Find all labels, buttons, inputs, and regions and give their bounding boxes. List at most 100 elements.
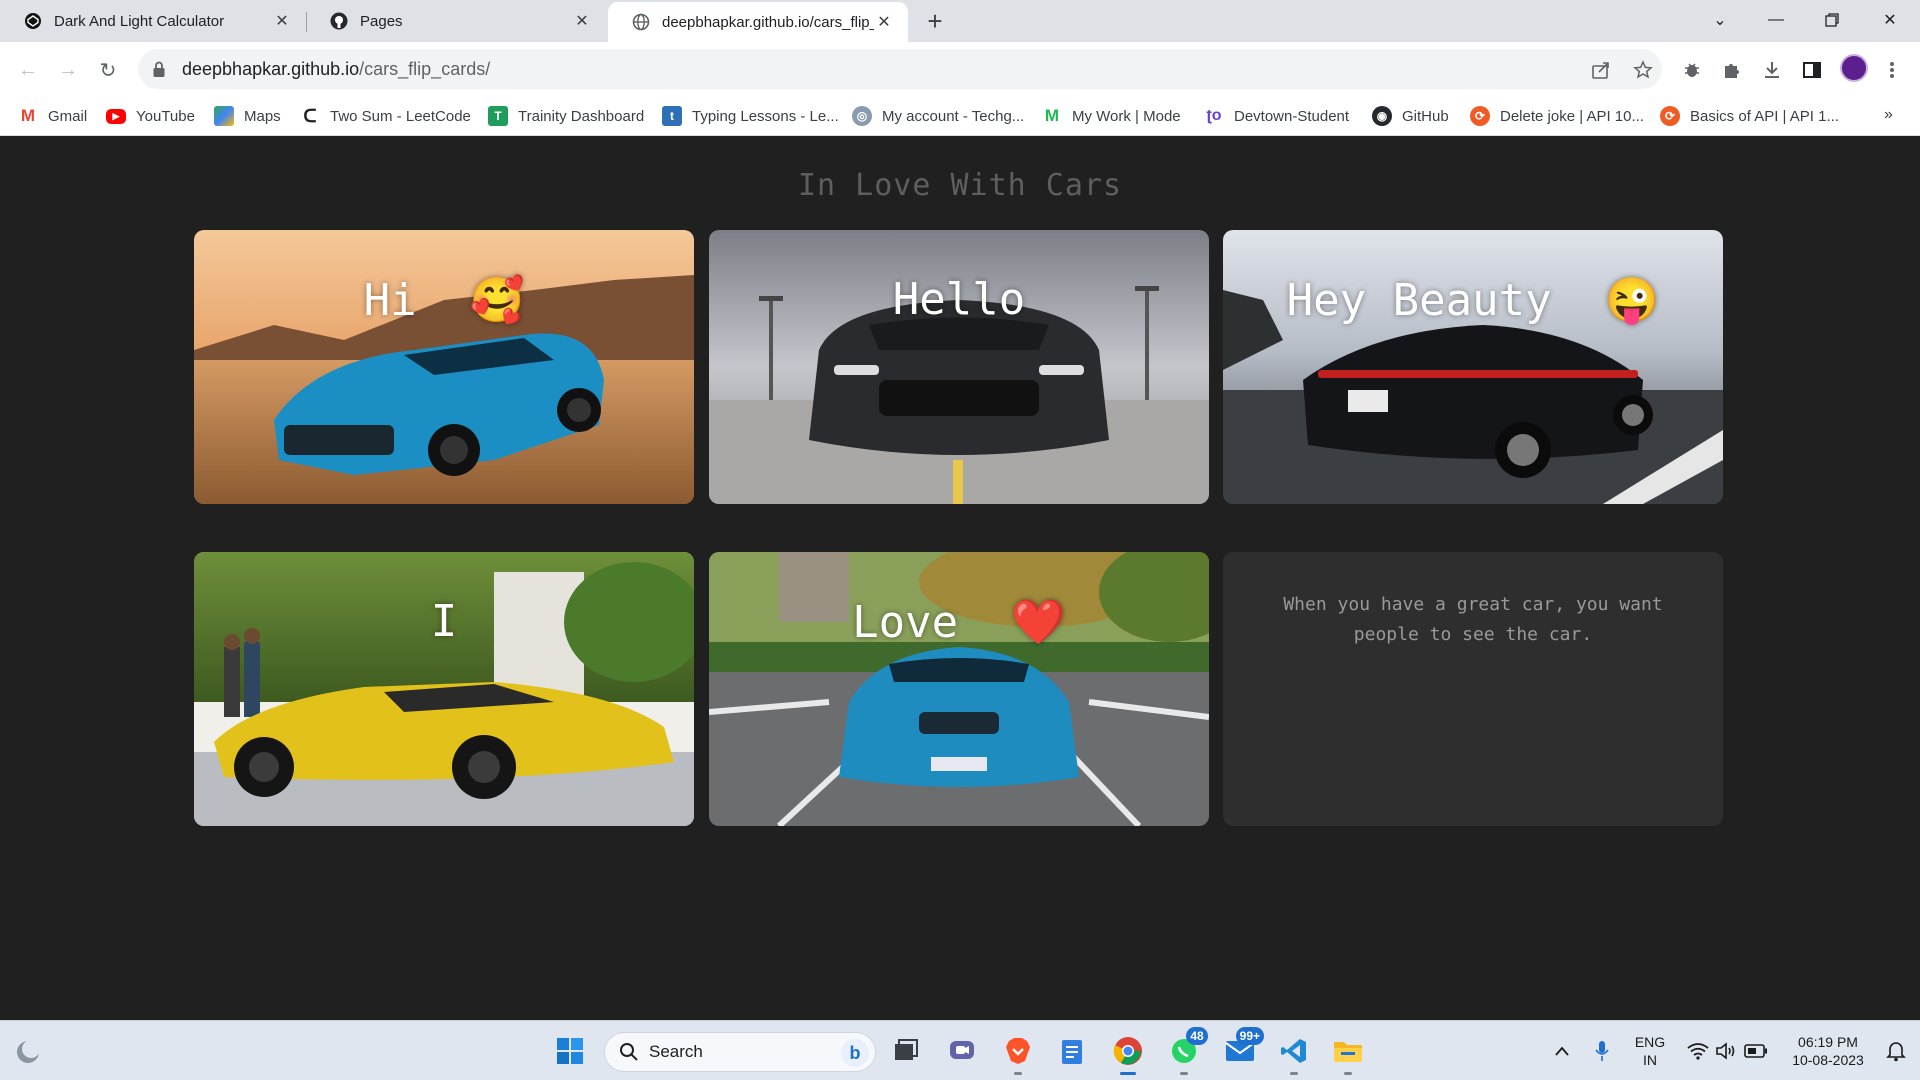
windows-start-icon[interactable]: [552, 1033, 588, 1069]
car-card-love[interactable]: Love ❤️: [709, 552, 1209, 826]
back-button[interactable]: ←: [12, 54, 44, 86]
extension-bug-icon[interactable]: [1680, 58, 1704, 82]
more-options-icon[interactable]: [1880, 58, 1904, 82]
running-indicator: [1014, 1072, 1022, 1075]
url-text: deepbhapkar.github.io/cars_flip_cards/: [182, 59, 490, 80]
extensions-puzzle-icon[interactable]: [1720, 58, 1744, 82]
address-bar[interactable]: deepbhapkar.github.io/cars_flip_cards/: [138, 49, 1662, 89]
whatsapp-icon[interactable]: 48: [1166, 1027, 1208, 1075]
teams-chat-icon[interactable]: [944, 1033, 980, 1069]
tab-pages[interactable]: Pages ✕: [306, 0, 606, 42]
tab-calculator[interactable]: Dark And Light Calculator ✕: [0, 0, 306, 42]
bookmark-label: GitHub: [1402, 107, 1449, 125]
tab-title: Pages: [360, 12, 403, 30]
new-tab-button[interactable]: +: [920, 6, 950, 36]
forward-button[interactable]: →: [52, 54, 84, 86]
close-window-button[interactable]: ✕: [1862, 0, 1918, 40]
tab-search-chevron-icon[interactable]: ⌄: [1692, 0, 1748, 40]
brave-browser-icon[interactable]: [1000, 1033, 1036, 1075]
task-view-icon[interactable]: [888, 1033, 924, 1069]
chrome-icon[interactable]: [1110, 1033, 1146, 1075]
mail-icon[interactable]: 99+: [1222, 1027, 1264, 1069]
taskbar-search-box[interactable]: Search b: [604, 1032, 876, 1072]
car-card-hello[interactable]: Hello: [709, 230, 1209, 504]
share-icon[interactable]: [1590, 59, 1612, 81]
reload-button[interactable]: ↻: [92, 54, 124, 86]
more-bookmarks-icon[interactable]: »: [1884, 106, 1893, 124]
quote-card[interactable]: When you have a great car, you want peop…: [1223, 552, 1723, 826]
clock[interactable]: 06:19 PM 10-08-2023: [1778, 1033, 1878, 1069]
notepad-icon[interactable]: [1054, 1033, 1090, 1069]
region-code: IN: [1643, 1052, 1657, 1068]
lock-icon[interactable]: [152, 60, 170, 78]
search-icon: [619, 1042, 639, 1062]
bookmark-my-work[interactable]: M My Work | Mode: [1042, 104, 1181, 128]
monday-icon: M: [1044, 106, 1060, 125]
blue-bmw-image: [709, 552, 1209, 826]
browser-toolbar: ← → ↻ deepbhapkar.github.io/cars_flip_ca…: [0, 42, 1920, 96]
url-path: /cars_flip_cards/: [359, 58, 491, 79]
bookmark-github[interactable]: ◉ GitHub: [1372, 104, 1449, 128]
bookmark-label: Delete joke | API 10...: [1500, 107, 1644, 125]
bookmark-my-account[interactable]: ◎ My account - Techg...: [852, 104, 1024, 128]
battery-icon[interactable]: [1738, 1033, 1774, 1069]
card-label-text: Hello: [892, 274, 1026, 325]
trainity-icon: T: [488, 106, 508, 126]
notification-bell-icon[interactable]: [1878, 1033, 1914, 1069]
smiling-face-hearts-icon: 🥰: [469, 275, 525, 326]
card-label-text: I: [430, 596, 458, 647]
bookmark-maps[interactable]: Maps: [214, 104, 281, 128]
github-icon: ◉: [1372, 106, 1392, 126]
bookmark-devtown[interactable]: ʈo Devtown-Student: [1204, 104, 1349, 128]
card-label: Hey Beauty 😜: [1223, 274, 1723, 326]
card-label-text: Hi: [363, 275, 417, 326]
tab-cars-flip-cards[interactable]: deepbhapkar.github.io/cars_flip_c ✕: [608, 2, 908, 42]
bookmark-label: Basics of API | API 1...: [1690, 107, 1839, 125]
bookmark-trainity[interactable]: T Trainity Dashboard: [488, 104, 644, 128]
bookmark-label: Devtown-Student: [1234, 107, 1350, 125]
windows-taskbar: Search b 48 99+ ENG IN 06:19 PM 10-08-20…: [0, 1020, 1920, 1080]
weather-widget-icon[interactable]: [10, 1033, 46, 1069]
search-placeholder: Search: [649, 1042, 703, 1061]
file-explorer-icon[interactable]: [1330, 1033, 1366, 1075]
running-indicator: [1290, 1072, 1298, 1075]
clock-date: 10-08-2023: [1792, 1052, 1864, 1068]
bookmark-typing-lessons[interactable]: t Typing Lessons - Le...: [662, 104, 839, 128]
vscode-icon[interactable]: [1276, 1033, 1312, 1075]
bookmark-leetcode[interactable]: ᑕ Two Sum - LeetCode: [300, 104, 470, 128]
chevron-up-icon[interactable]: [1544, 1033, 1580, 1069]
techgig-icon: ◎: [852, 106, 872, 126]
bookmark-star-icon[interactable]: [1632, 59, 1654, 81]
profile-avatar[interactable]: [1840, 54, 1868, 82]
close-icon[interactable]: ✕: [272, 11, 292, 31]
bookmark-basics-api[interactable]: ⟳ Basics of API | API 1...: [1660, 104, 1839, 128]
typing-icon: t: [662, 106, 682, 126]
card-label-text: Hey Beauty: [1286, 275, 1552, 326]
yellow-lamborghini-image: [194, 552, 694, 826]
bookmark-gmail[interactable]: M Gmail: [18, 104, 87, 128]
blue-camaro-image: [194, 230, 694, 504]
close-icon[interactable]: ✕: [572, 11, 592, 31]
bookmark-label: Trainity Dashboard: [518, 107, 645, 125]
language-indicator[interactable]: ENG IN: [1628, 1033, 1672, 1069]
bookmark-youtube[interactable]: ▶ YouTube: [106, 104, 195, 128]
bookmark-label: My Work | Mode: [1072, 107, 1181, 125]
clock-time: 06:19 PM: [1798, 1034, 1858, 1050]
api-icon: ⟳: [1470, 106, 1490, 126]
browser-tab-strip: Dark And Light Calculator ✕ Pages ✕ deep…: [0, 0, 1920, 42]
car-card-hey-beauty[interactable]: Hey Beauty 😜: [1223, 230, 1723, 504]
minimize-button[interactable]: —: [1748, 0, 1804, 40]
side-panel-icon[interactable]: [1800, 58, 1824, 82]
car-card-i[interactable]: I: [194, 552, 694, 826]
restore-button[interactable]: [1804, 0, 1860, 40]
download-icon[interactable]: [1760, 58, 1784, 82]
microphone-icon[interactable]: [1584, 1033, 1620, 1069]
codepen-icon: [24, 12, 42, 30]
tab-title: Dark And Light Calculator: [54, 12, 225, 30]
bookmark-delete-joke[interactable]: ⟳ Delete joke | API 10...: [1470, 104, 1644, 128]
tab-title: deepbhapkar.github.io/cars_flip_c: [662, 13, 874, 31]
bookmark-label: Maps: [244, 107, 281, 125]
bookmark-label: My account - Techg...: [882, 107, 1025, 125]
close-icon[interactable]: ✕: [874, 12, 894, 32]
car-card-hi[interactable]: Hi 🥰: [194, 230, 694, 504]
